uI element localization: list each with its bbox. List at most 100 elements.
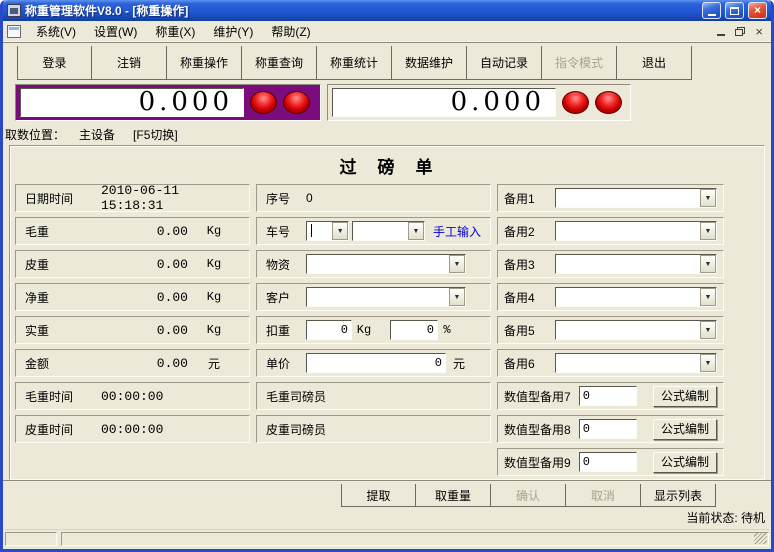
maximize-button[interactable]: [725, 2, 744, 19]
menu-weighing[interactable]: 称重(X): [146, 21, 204, 42]
toolbar-button-weigh-operation[interactable]: 称重操作: [167, 46, 242, 79]
get-weight-button[interactable]: 取重量: [416, 484, 491, 506]
main-weight-readout: 0.000: [20, 88, 244, 117]
unit-price-input[interactable]: [306, 353, 446, 373]
toolbar-button-auto-record[interactable]: 自动记录: [467, 46, 542, 79]
status-panel-main: [61, 532, 769, 546]
gross-weight-label: 毛重: [25, 223, 87, 240]
toolbar-button-strip: 登录 注销 称重操作 称重查询 称重统计 数据维护 自动记录 指令模式 退出: [17, 46, 692, 80]
chevron-down-icon: ▼: [700, 288, 716, 306]
field-row-numeric-spare-7: 数值型备用7 公式编制: [497, 382, 724, 410]
gross-operator-label: 毛重司磅员: [266, 388, 326, 405]
truck-no-combo-2[interactable]: ▼: [352, 221, 425, 241]
formula-edit-button-9[interactable]: 公式编制: [653, 452, 717, 473]
field-row-deduction: 扣重 Kg %: [256, 316, 491, 344]
amount-value: 0.00: [87, 356, 188, 371]
source-label: 取数位置：: [5, 126, 65, 143]
toolbar-button-login[interactable]: 登录: [17, 46, 92, 79]
serial-value: 0: [306, 191, 313, 205]
amount-unit: 元: [188, 355, 240, 372]
spare-6-combo-field: [556, 354, 700, 372]
deduction-kg-input[interactable]: [306, 320, 352, 340]
minimize-icon: [708, 14, 716, 16]
unit-price-unit: 元: [446, 355, 472, 372]
spare-2-combo[interactable]: ▼: [555, 221, 717, 241]
menu-maintenance[interactable]: 维护(Y): [204, 21, 262, 42]
close-button[interactable]: ×: [748, 2, 767, 19]
chevron-down-icon: ▼: [700, 321, 716, 339]
main-status-led-1: [250, 91, 277, 114]
menu-settings[interactable]: 设置(W): [85, 21, 146, 42]
toolbar-button-logout[interactable]: 注销: [92, 46, 167, 79]
spare-4-combo-field: [556, 288, 700, 306]
title-bar: 称重管理软件V8.0 - [称重操作] ×: [3, 0, 771, 21]
field-row-spare-3: 备用3 ▼: [497, 250, 724, 278]
menu-system[interactable]: 系统(V): [27, 21, 85, 42]
numeric-spare-7-label: 数值型备用7: [504, 388, 571, 405]
mdi-restore-icon[interactable]: [735, 27, 745, 36]
spare-1-combo-field: [556, 189, 700, 207]
mdi-close-icon[interactable]: ×: [755, 25, 763, 38]
field-row-unit-price: 单价 元: [256, 349, 491, 377]
spare-5-combo-field: [556, 321, 700, 339]
ticket-middle-column: 序号 0 车号 ▼ ▼ 手工输入 物资: [256, 184, 491, 443]
cancel-button: 取消: [566, 484, 641, 506]
field-row-truck-no: 车号 ▼ ▼ 手工输入: [256, 217, 491, 245]
material-combo[interactable]: ▼: [306, 254, 466, 274]
datetime-value: 2010-06-11 15:18:31: [87, 183, 240, 213]
chevron-down-icon: ▼: [408, 222, 424, 240]
minimize-button[interactable]: [702, 2, 721, 19]
show-list-button[interactable]: 显示列表: [641, 484, 716, 506]
toolbar-button-data-maintenance[interactable]: 数据维护: [392, 46, 467, 79]
chevron-down-icon: ▼: [700, 222, 716, 240]
formula-edit-button-8[interactable]: 公式编制: [653, 419, 717, 440]
spare-4-combo[interactable]: ▼: [555, 287, 717, 307]
manual-input-link[interactable]: 手工输入: [433, 223, 481, 240]
toolbar-button-weigh-query[interactable]: 称重查询: [242, 46, 317, 79]
spare-1-label: 备用1: [504, 190, 535, 207]
field-row-tare-weight: 皮重 0.00 Kg: [15, 250, 250, 278]
customer-combo[interactable]: ▼: [306, 287, 466, 307]
spare-4-label: 备用4: [504, 289, 535, 306]
mdi-document-icon[interactable]: [7, 25, 21, 38]
deduction-percent-input[interactable]: [390, 320, 438, 340]
spare-6-combo[interactable]: ▼: [555, 353, 717, 373]
chevron-down-icon: ▼: [449, 288, 465, 306]
menu-bar: 系统(V) 设置(W) 称重(X) 维护(Y) 帮助(Z) ×: [3, 21, 771, 42]
extract-button[interactable]: 提取: [341, 484, 416, 506]
truck-no-combo-1[interactable]: ▼: [306, 221, 349, 241]
field-row-datetime: 日期时间 2010-06-11 15:18:31: [15, 184, 250, 212]
actual-weight-value: 0.00: [87, 323, 188, 338]
spare-5-combo[interactable]: ▼: [555, 320, 717, 340]
toolbar: 登录 注销 称重操作 称重查询 称重统计 数据维护 自动记录 指令模式 退出: [3, 42, 771, 80]
field-row-spare-2: 备用2 ▼: [497, 217, 724, 245]
spare-1-combo[interactable]: ▼: [555, 188, 717, 208]
confirm-button: 确认: [491, 484, 566, 506]
resize-grip-icon[interactable]: [754, 533, 767, 544]
amount-label: 金额: [25, 355, 87, 372]
formula-edit-button-7[interactable]: 公式编制: [653, 386, 717, 407]
gross-time-value: 00:00:00: [87, 389, 240, 404]
spare-3-combo[interactable]: ▼: [555, 254, 717, 274]
menu-help[interactable]: 帮助(Z): [262, 21, 319, 42]
field-row-net-weight: 净重 0.00 Kg: [15, 283, 250, 311]
numeric-spare-8-input[interactable]: [579, 419, 637, 439]
unit-price-label: 单价: [266, 355, 306, 372]
numeric-spare-9-label: 数值型备用9: [504, 454, 571, 471]
truck-no-label: 车号: [266, 223, 306, 240]
actual-weight-label: 实重: [25, 322, 87, 339]
ticket-columns: 日期时间 2010-06-11 15:18:31 毛重 0.00 Kg 皮重 0…: [15, 184, 759, 476]
toolbar-button-command-mode: 指令模式: [542, 46, 617, 79]
toolbar-button-weigh-statistics[interactable]: 称重统计: [317, 46, 392, 79]
toolbar-button-exit[interactable]: 退出: [617, 46, 692, 79]
numeric-spare-9-input[interactable]: [579, 452, 637, 472]
net-weight-label: 净重: [25, 289, 87, 306]
field-row-material: 物资 ▼: [256, 250, 491, 278]
status-panel-left: [5, 532, 57, 546]
field-row-numeric-spare-9: 数值型备用9 公式编制: [497, 448, 724, 476]
mdi-minimize-icon[interactable]: [717, 34, 725, 36]
field-row-gross-weight: 毛重 0.00 Kg: [15, 217, 250, 245]
current-state-text: 当前状态: 待机: [3, 507, 771, 527]
datetime-label: 日期时间: [25, 190, 87, 207]
numeric-spare-7-input[interactable]: [579, 386, 637, 406]
